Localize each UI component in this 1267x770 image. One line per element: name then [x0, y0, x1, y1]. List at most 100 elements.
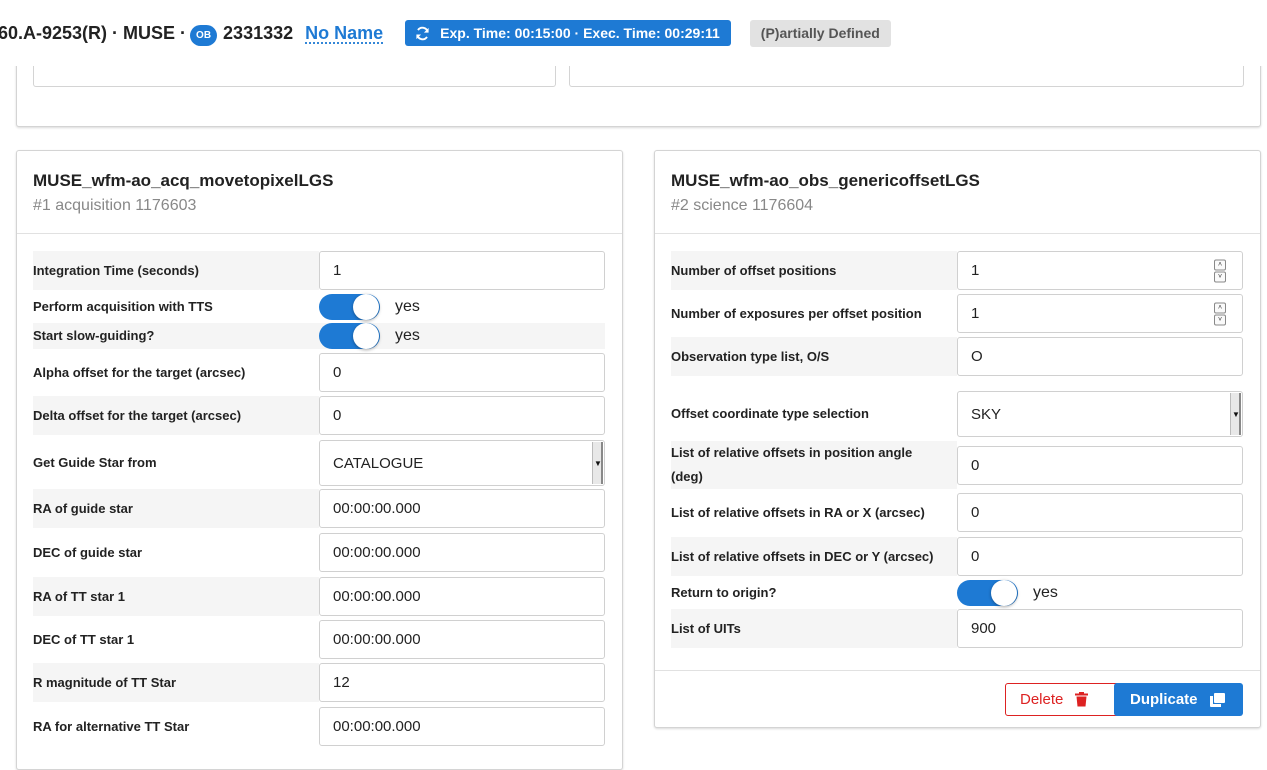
integration-time-input[interactable]: 1 [319, 251, 605, 290]
param-row: RA of guide star 00:00:00.000 [33, 489, 605, 528]
template-subtitle: #2 science 1176604 [671, 197, 814, 214]
param-row: Return to origin? yes [671, 580, 1243, 606]
template-card-acquisition: MUSE_wfm-ao_acq_movetopixelLGS #1 acquis… [16, 150, 623, 770]
param-label: List of UITs [671, 609, 957, 648]
chevron-up-icon: ˄ [1214, 259, 1226, 270]
offset-positions-input[interactable]: 1 ˄ ˅ [957, 251, 1243, 290]
return-to-origin-toggle[interactable] [957, 580, 1018, 606]
exposure-time-text: Exp. Time: 00:15:00 · Exec. Time: 00:29:… [440, 25, 720, 41]
param-row: Get Guide Star from CATALOGUE ▼ [33, 440, 605, 486]
caret-down-icon: ▼ [592, 442, 603, 484]
input-value: 1 [971, 262, 980, 279]
param-label: Return to origin? [671, 585, 777, 600]
exposure-time-button[interactable]: Exp. Time: 00:15:00 · Exec. Time: 00:29:… [405, 20, 731, 46]
param-label: Alpha offset for the target (arcsec) [33, 364, 246, 380]
param-row: Observation type list, O/S O [671, 337, 1243, 376]
param-row: List of relative offsets in DEC or Y (ar… [671, 537, 1243, 576]
param-label: List of relative offsets in DEC or Y (ar… [671, 537, 957, 576]
param-label: Observation type list, O/S [671, 337, 957, 376]
param-row: Alpha offset for the target (arcsec) 0 [33, 353, 605, 392]
param-row: Integration Time (seconds) 1 [33, 251, 605, 290]
ra-offsets-input[interactable]: 0 [957, 493, 1243, 532]
ob-id: 2331332 [223, 22, 294, 43]
delete-label: Delete [1020, 691, 1064, 708]
template-name: MUSE_wfm-ao_obs_genericoffsetLGS [671, 171, 980, 190]
ob-header: 60.A-9253(R) · MUSE · OB 2331332 No Name… [0, 0, 1267, 66]
param-row: Offset coordinate type selection SKY ▼ [671, 391, 1243, 437]
param-row: List of UITs 900 [671, 609, 1243, 648]
chevron-up-icon: ˄ [1214, 302, 1226, 313]
program-id: 60.A-9253(R) · MUSE · [0, 22, 187, 43]
card-footer: Delete Duplicate [655, 670, 1260, 727]
param-label: RA for alternative TT Star [33, 718, 190, 734]
dec-tt-star-input[interactable]: 00:00:00.000 [319, 620, 605, 659]
ra-alt-tt-star-input[interactable]: 00:00:00.000 [319, 707, 605, 746]
param-label: List of relative offsets in RA or X (arc… [671, 504, 925, 520]
delta-offset-input[interactable]: 0 [319, 396, 605, 435]
param-label: Perform acquisition with TTS [33, 299, 213, 314]
param-label: R magnitude of TT Star [33, 663, 319, 702]
param-row: DEC of TT star 1 00:00:00.000 [33, 620, 605, 659]
dec-guide-star-input[interactable]: 00:00:00.000 [319, 533, 605, 572]
param-row: List of relative offsets in position ang… [671, 441, 1243, 489]
card-header: MUSE_wfm-ao_obs_genericoffsetLGS #2 scie… [655, 151, 1260, 234]
ra-tt-star-input[interactable]: 00:00:00.000 [319, 577, 605, 616]
slow-guiding-toggle[interactable] [319, 323, 380, 349]
param-row: DEC of guide star 00:00:00.000 [33, 533, 605, 572]
r-magnitude-input[interactable]: 12 [319, 663, 605, 702]
param-row: RA of TT star 1 00:00:00.000 [33, 577, 605, 616]
alpha-offset-input[interactable]: 0 [319, 353, 605, 392]
offset-coordinate-select[interactable]: SKY ▼ [957, 391, 1243, 437]
param-label: Offset coordinate type selection [671, 406, 869, 421]
trash-icon [1075, 692, 1089, 707]
template-subtitle: #1 acquisition 1176603 [33, 197, 197, 214]
param-label: DEC of guide star [33, 544, 143, 560]
number-spinner[interactable]: ˄ ˅ [1214, 259, 1226, 282]
ob-badge: OB [190, 24, 218, 46]
param-row: RA for alternative TT Star 00:00:00.000 [33, 707, 605, 746]
select-value: SKY [971, 405, 1002, 423]
template-card-science: MUSE_wfm-ao_obs_genericoffsetLGS #2 scie… [654, 150, 1261, 728]
status-badge: (P)artially Defined [749, 19, 891, 47]
duplicate-label: Duplicate [1130, 691, 1198, 708]
observation-type-input[interactable]: O [957, 337, 1243, 376]
param-row: Start slow-guiding? yes [33, 323, 605, 349]
copy-icon [1209, 692, 1225, 707]
param-row: Number of offset positions 1 ˄ ˅ [671, 251, 1243, 290]
param-label: List of relative offsets in position ang… [671, 441, 957, 489]
param-label: RA of guide star [33, 489, 319, 528]
param-label: Integration Time (seconds) [33, 251, 319, 290]
uits-input[interactable]: 900 [957, 609, 1243, 648]
input-value: 1 [971, 305, 980, 322]
guide-star-source-select[interactable]: CATALOGUE ▼ [319, 440, 605, 486]
dec-offsets-input[interactable]: 0 [957, 537, 1243, 576]
exposures-per-offset-input[interactable]: 1 ˄ ˅ [957, 294, 1243, 333]
ra-guide-star-input[interactable]: 00:00:00.000 [319, 489, 605, 528]
chevron-down-icon: ˅ [1214, 314, 1226, 325]
toggle-value: yes [395, 327, 420, 344]
tts-acquisition-toggle[interactable] [319, 294, 380, 320]
param-row: R magnitude of TT Star 12 [33, 663, 605, 702]
position-angle-offsets-input[interactable]: 0 [957, 445, 1243, 485]
param-row: List of relative offsets in RA or X (arc… [671, 493, 1243, 532]
toggle-value: yes [1033, 584, 1058, 601]
ob-name-link[interactable]: No Name [305, 23, 383, 44]
card-header: MUSE_wfm-ao_acq_movetopixelLGS #1 acquis… [17, 151, 622, 234]
param-row: Number of exposures per offset position … [671, 294, 1243, 333]
param-label: Get Guide Star from [33, 455, 157, 470]
param-label: DEC of TT star 1 [33, 631, 135, 647]
template-name: MUSE_wfm-ao_acq_movetopixelLGS [33, 171, 334, 190]
param-row: Perform acquisition with TTS yes [33, 294, 605, 320]
param-label: RA of TT star 1 [33, 577, 319, 616]
number-spinner[interactable]: ˄ ˅ [1214, 302, 1226, 325]
param-label: Number of offset positions [671, 251, 957, 290]
param-label: Delta offset for the target (arcsec) [33, 396, 319, 435]
caret-down-icon: ▼ [1230, 393, 1241, 435]
param-row: Delta offset for the target (arcsec) 0 [33, 396, 605, 435]
param-label: Start slow-guiding? [33, 323, 319, 349]
refresh-icon [416, 26, 429, 40]
param-label: Number of exposures per offset position [671, 305, 922, 321]
duplicate-button[interactable]: Duplicate [1114, 683, 1243, 716]
select-value: CATALOGUE [333, 454, 424, 472]
toggle-value: yes [395, 298, 420, 315]
